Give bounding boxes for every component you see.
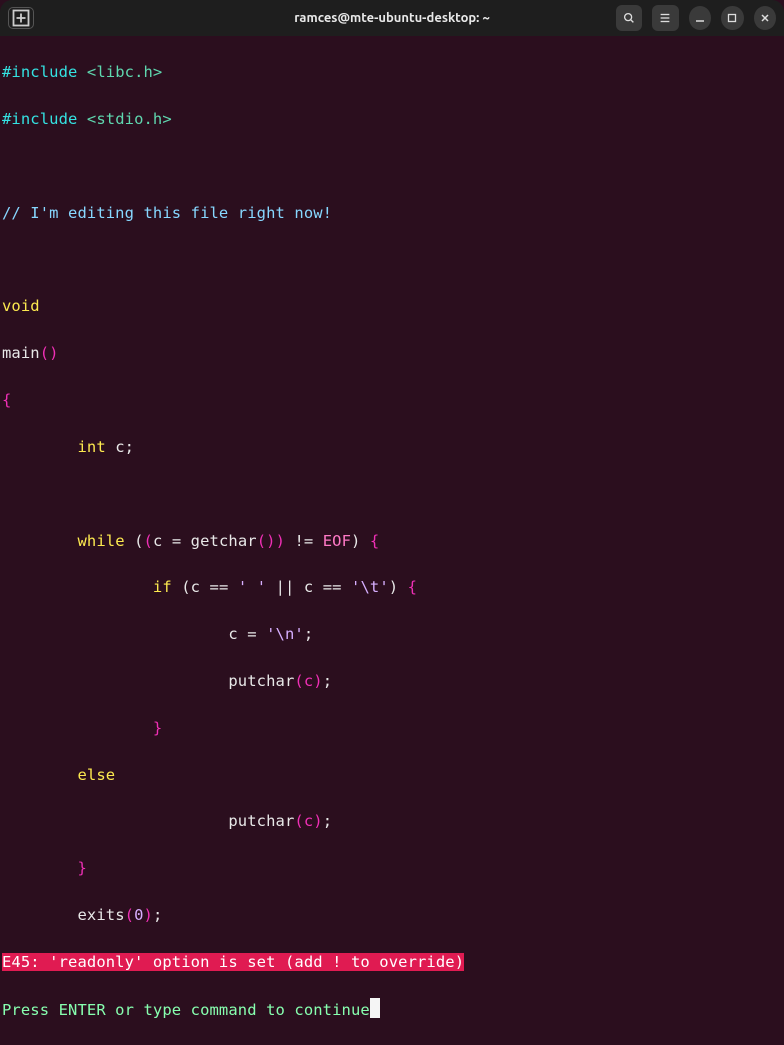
new-tab-icon	[9, 6, 33, 30]
paren: ()	[40, 344, 59, 362]
code-line: // I'm editing this file right now!	[2, 202, 784, 225]
char-literal: ' '	[238, 578, 266, 596]
type-keyword: int	[77, 438, 105, 456]
window-title: ramces@mte-ubuntu-desktop: ~	[174, 11, 610, 25]
fn-name: main	[2, 344, 40, 362]
code-line: {	[2, 389, 784, 412]
brace: }	[77, 859, 86, 877]
header-path: <libc.h>	[87, 63, 162, 81]
code-line	[2, 249, 784, 272]
search-icon	[622, 11, 636, 25]
status-prompt-line[interactable]: Press ENTER or type command to continue	[2, 998, 784, 1022]
keyword: while	[77, 532, 124, 550]
status-error-line: E45: 'readonly' option is set (add ! to …	[2, 951, 784, 974]
hamburger-icon	[658, 11, 672, 25]
error-message: E45: 'readonly' option is set (add ! to …	[2, 953, 464, 971]
code-line: if (c == ' ' || c == '\t') {	[2, 576, 784, 599]
titlebar: ramces@mte-ubuntu-desktop: ~	[0, 0, 784, 36]
code-line: void	[2, 295, 784, 318]
menu-button[interactable]	[652, 5, 678, 31]
search-button[interactable]	[616, 5, 642, 31]
code-line: while ((c = getchar()) != EOF) {	[2, 530, 784, 553]
code-line: else	[2, 764, 784, 787]
prompt-message: Press ENTER or type command to continue	[2, 1001, 370, 1019]
editor-area[interactable]: #include <libc.h> #include <stdio.h> // …	[0, 36, 784, 1045]
code-line: #include <libc.h>	[2, 61, 784, 84]
type-keyword: void	[2, 297, 40, 315]
minimize-icon	[694, 12, 706, 24]
titlebar-right	[616, 5, 776, 31]
keyword: if	[153, 578, 172, 596]
code-line: }	[2, 857, 784, 880]
close-icon	[759, 12, 771, 24]
cursor	[370, 998, 380, 1018]
constant: EOF	[323, 532, 351, 550]
close-button[interactable]	[754, 6, 777, 30]
header-path: <stdio.h>	[87, 110, 172, 128]
minimize-button[interactable]	[689, 6, 712, 30]
code-line: exits(0);	[2, 904, 784, 927]
code-text: c;	[106, 438, 134, 456]
maximize-button[interactable]	[721, 6, 744, 30]
code-line: main()	[2, 342, 784, 365]
code-line	[2, 155, 784, 178]
new-tab-button[interactable]	[8, 7, 34, 29]
number: 0	[134, 906, 143, 924]
char-literal: '\t'	[351, 578, 389, 596]
preproc-keyword: #include	[2, 63, 77, 81]
code-line: putchar(c);	[2, 810, 784, 833]
code-line: c = '\n';	[2, 623, 784, 646]
preproc-keyword: #include	[2, 110, 77, 128]
code-line: putchar(c);	[2, 670, 784, 693]
maximize-icon	[726, 12, 738, 24]
code-line: #include <stdio.h>	[2, 108, 784, 131]
brace: {	[2, 391, 11, 409]
keyword: else	[77, 766, 115, 784]
code-line	[2, 483, 784, 506]
code-line: }	[2, 717, 784, 740]
comment: // I'm editing this file right now!	[2, 204, 332, 222]
titlebar-left	[8, 7, 168, 29]
code-line: int c;	[2, 436, 784, 459]
brace: }	[153, 719, 162, 737]
char-literal: '\n'	[266, 625, 304, 643]
